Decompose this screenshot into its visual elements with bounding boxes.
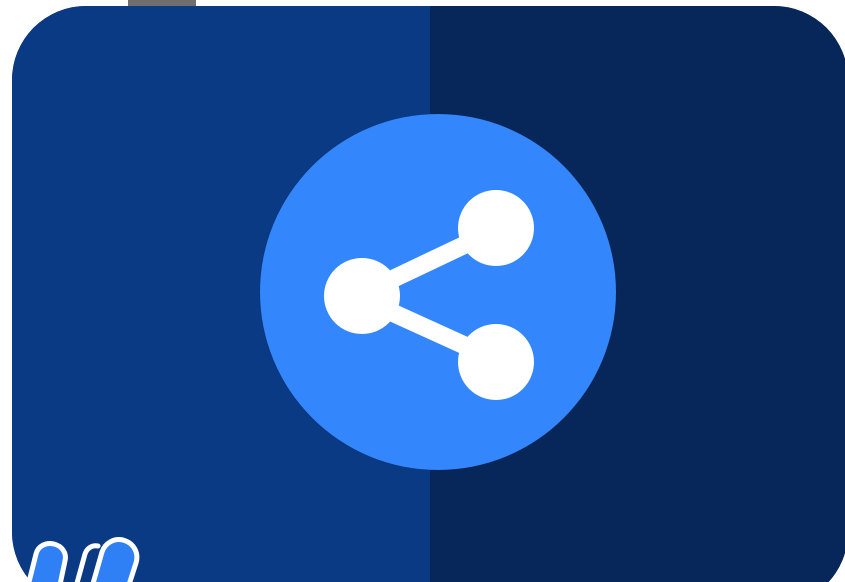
share-link-top (371, 229, 488, 294)
share-button[interactable] (260, 114, 616, 470)
share-node-bottom-right (458, 324, 534, 400)
share-link-bottom (371, 298, 488, 361)
partial-blue-logo (26, 537, 140, 582)
share-graphic-stage (0, 0, 845, 582)
partial-blue-logo-left (26, 541, 68, 582)
share-icon (324, 190, 534, 400)
share-card (12, 6, 845, 582)
share-node-left (324, 258, 400, 334)
share-node-top-right (458, 190, 534, 266)
